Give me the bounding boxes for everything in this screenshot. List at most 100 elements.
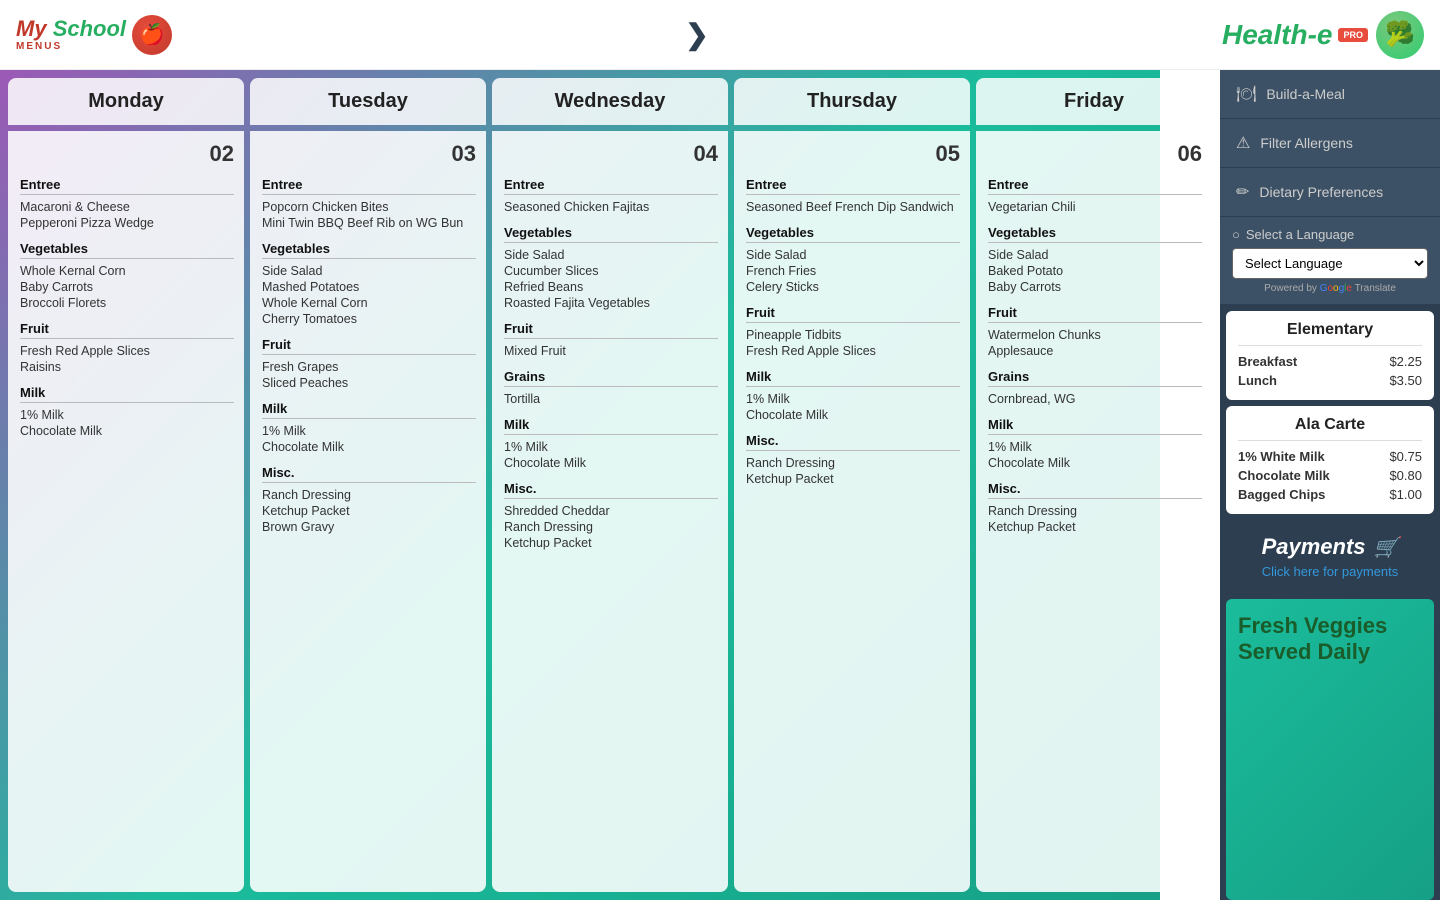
- ala-carte-item-row: Bagged Chips$1.00: [1238, 485, 1422, 504]
- menu-item: Broccoli Florets: [20, 295, 234, 311]
- section-title-grains: Grains: [988, 369, 1202, 387]
- menu-item: Ranch Dressing: [746, 455, 960, 471]
- menu-item: Applesauce: [988, 343, 1202, 359]
- logo-school: School: [53, 16, 126, 41]
- build-meal-label: Build-a-Meal: [1266, 86, 1345, 102]
- day-num-thursday: 05: [746, 141, 960, 167]
- menu-item: Pepperoni Pizza Wedge: [20, 215, 234, 231]
- menu-item: 1% Milk: [262, 423, 476, 439]
- menu-item: Shredded Cheddar: [504, 503, 718, 519]
- menu-item: Chocolate Milk: [746, 407, 960, 423]
- section-title-entree: Entree: [988, 177, 1202, 195]
- menu-item: Vegetarian Chili: [988, 199, 1202, 215]
- section-title-entree: Entree: [20, 177, 234, 195]
- day-col-monday: 02EntreeMacaroni & CheesePepperoni Pizza…: [8, 131, 244, 892]
- ala-carte-item-price: $1.00: [1389, 487, 1422, 502]
- payments-card[interactable]: Payments 🛒 Click here for payments: [1226, 520, 1434, 593]
- section-title-fruit: Fruit: [262, 337, 476, 355]
- build-a-meal-button[interactable]: 🍽 Build-a-Meal: [1220, 70, 1440, 119]
- ala-carte-price-card: Ala Carte 1% White Milk$0.75Chocolate Mi…: [1226, 406, 1434, 514]
- filter-allergens-button[interactable]: ⚠ Filter Allergens: [1220, 119, 1440, 168]
- menu-item: Refried Beans: [504, 279, 718, 295]
- day-columns: 02EntreeMacaroni & CheesePepperoni Pizza…: [8, 131, 1212, 892]
- menu-item: Pineapple Tidbits: [746, 327, 960, 343]
- day-header-wednesday: Wednesday: [492, 78, 728, 125]
- health-logo-text: Health-e: [1222, 19, 1332, 51]
- menu-item: Cornbread, WG: [988, 391, 1202, 407]
- menu-item: Ranch Dressing: [988, 503, 1202, 519]
- section-title-misc-: Misc.: [988, 481, 1202, 499]
- menu-item: French Fries: [746, 263, 960, 279]
- ala-carte-item-label: 1% White Milk: [1238, 449, 1325, 464]
- menu-item: Mashed Potatoes: [262, 279, 476, 295]
- section-title-vegetables: Vegetables: [988, 225, 1202, 243]
- header: My School MENUS 🍎 ❯ Health-e PRO 🥦: [0, 0, 1440, 70]
- ala-carte-item-row: Chocolate Milk$0.80: [1238, 466, 1422, 485]
- dietary-prefs-button[interactable]: ✏ Dietary Preferences: [1220, 168, 1440, 217]
- section-title-entree: Entree: [504, 177, 718, 195]
- section-title-fruit: Fruit: [504, 321, 718, 339]
- menu-item: Baby Carrots: [988, 279, 1202, 295]
- day-header-monday: Monday: [8, 78, 244, 125]
- menu-item: Mixed Fruit: [504, 343, 718, 359]
- payments-link[interactable]: Click here for payments: [1238, 564, 1422, 579]
- lunch-price-row: Lunch $3.50: [1238, 371, 1422, 390]
- lang-label: ○ Select a Language: [1232, 227, 1428, 242]
- section-title-fruit: Fruit: [20, 321, 234, 339]
- breakfast-price: $2.25: [1389, 354, 1422, 369]
- section-title-vegetables: Vegetables: [504, 225, 718, 243]
- menu-item: Ranch Dressing: [262, 487, 476, 503]
- section-title-milk: Milk: [746, 369, 960, 387]
- logo-my: My: [16, 16, 53, 41]
- logo-left: My School MENUS 🍎: [16, 15, 172, 55]
- menu-item: Chocolate Milk: [504, 455, 718, 471]
- menu-item: 1% Milk: [746, 391, 960, 407]
- day-header-thursday: Thursday: [734, 78, 970, 125]
- pro-badge: PRO: [1338, 28, 1368, 42]
- health-logo-icon: 🥦: [1376, 11, 1424, 59]
- section-title-vegetables: Vegetables: [262, 241, 476, 259]
- section-title-misc-: Misc.: [504, 481, 718, 499]
- menu-item: Seasoned Beef French Dip Sandwich: [746, 199, 960, 215]
- sidebar: 🍽 Build-a-Meal ⚠ Filter Allergens ✏ Diet…: [1220, 70, 1440, 900]
- lunch-price: $3.50: [1389, 373, 1422, 388]
- apple-icon: 🍎: [132, 15, 172, 55]
- menu-item: Baked Potato: [988, 263, 1202, 279]
- ala-carte-item-price: $0.75: [1389, 449, 1422, 464]
- veggies-sub: Served Daily: [1238, 639, 1422, 665]
- menu-item: Sliced Peaches: [262, 375, 476, 391]
- section-title-vegetables: Vegetables: [746, 225, 960, 243]
- elementary-title: Elementary: [1238, 321, 1422, 346]
- day-num-friday: 06: [988, 141, 1202, 167]
- menu-item: Baby Carrots: [20, 279, 234, 295]
- menu-item: Side Salad: [746, 247, 960, 263]
- breakfast-price-row: Breakfast $2.25: [1238, 352, 1422, 371]
- menu-item: Mini Twin BBQ Beef Rib on WG Bun: [262, 215, 476, 231]
- day-col-friday: 06EntreeVegetarian ChiliVegetablesSide S…: [976, 131, 1212, 892]
- payments-label: Payments: [1262, 534, 1366, 560]
- filter-allergens-label: Filter Allergens: [1260, 135, 1353, 151]
- menu-item: Chocolate Milk: [20, 423, 234, 439]
- lunch-label: Lunch: [1238, 373, 1277, 388]
- ala-carte-item-label: Chocolate Milk: [1238, 468, 1330, 483]
- ala-carte-item-row: 1% White Milk $0.75: [1238, 447, 1422, 466]
- ala-carte-rows: 1% White Milk $0.75 Chocolate Milk$0.80Bag…: [1238, 447, 1422, 504]
- menu-item: Whole Kernal Corn: [20, 263, 234, 279]
- menu-item: Ketchup Packet: [988, 519, 1202, 535]
- language-select[interactable]: Select Language Spanish French: [1232, 248, 1428, 279]
- day-num-monday: 02: [20, 141, 234, 167]
- day-header-friday: Friday: [976, 78, 1212, 125]
- menu-item: Side Salad: [504, 247, 718, 263]
- menu-item: Roasted Fajita Vegetables: [504, 295, 718, 311]
- menu-item: Side Salad: [262, 263, 476, 279]
- build-meal-icon: 🍽: [1236, 84, 1256, 104]
- menu-item: Fresh Grapes: [262, 359, 476, 375]
- menu-item: Tortilla: [504, 391, 718, 407]
- day-header-tuesday: Tuesday: [250, 78, 486, 125]
- menu-item: Watermelon Chunks: [988, 327, 1202, 343]
- logo-menus: MENUS: [16, 41, 126, 52]
- powered-by: Powered by Google Translate: [1232, 283, 1428, 294]
- section-title-entree: Entree: [262, 177, 476, 195]
- chevron-icon[interactable]: ❯: [685, 18, 708, 51]
- dietary-prefs-icon: ✏: [1236, 182, 1249, 202]
